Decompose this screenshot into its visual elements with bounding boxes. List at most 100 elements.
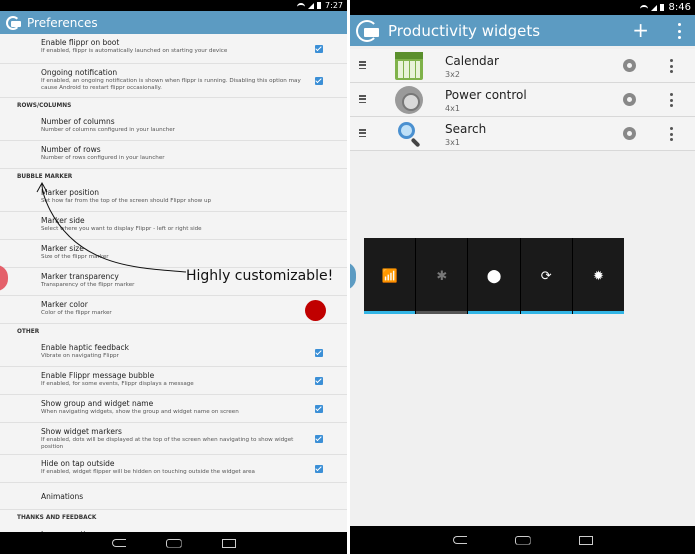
overflow-menu-icon[interactable] xyxy=(669,127,673,141)
status-bar: 8:46 xyxy=(350,0,695,15)
preference-summary: Number of rows configured in your launch… xyxy=(41,155,165,161)
screenshot-root: 7:27 Preferences Enable flippr on boot If… xyxy=(0,0,695,554)
checkbox[interactable] xyxy=(315,377,323,385)
flippr-marker[interactable] xyxy=(350,262,356,290)
page-title: Productivity widgets xyxy=(388,21,541,40)
preference-item[interactable]: Number of rows Number of rows configured … xyxy=(0,141,347,169)
preference-title: Number of columns xyxy=(41,117,115,126)
home-icon[interactable] xyxy=(514,535,531,545)
preference-item[interactable]: Marker color Color of the flippr marker xyxy=(0,296,347,324)
list-item[interactable]: Power control 4x1 xyxy=(350,83,695,117)
overflow-menu-icon[interactable] xyxy=(669,93,673,107)
preference-summary: If enabled, an ongoing notification is s… xyxy=(41,78,301,91)
drag-handle-icon[interactable] xyxy=(359,129,366,137)
checkbox[interactable] xyxy=(315,45,323,53)
toggle-state-indicator xyxy=(572,311,625,314)
preference-item[interactable]: Number of columns Number of columns confi… xyxy=(0,113,347,141)
gear-icon[interactable] xyxy=(623,59,636,72)
preference-title: Marker color xyxy=(41,300,88,309)
checkbox[interactable] xyxy=(315,405,323,413)
preference-summary: If enabled, flippr is automatically laun… xyxy=(41,48,228,54)
drag-handle-icon[interactable] xyxy=(359,95,366,103)
toggle-state-indicator xyxy=(468,311,520,314)
widget-name: Search xyxy=(445,122,487,136)
preference-title: Show widget markers xyxy=(41,427,122,436)
checkbox[interactable] xyxy=(315,349,323,357)
preference-item[interactable]: Enable flippr on boot If enabled, flippr … xyxy=(0,34,347,64)
toggle-state-indicator xyxy=(416,311,468,314)
recent-apps-icon[interactable] xyxy=(578,535,593,545)
preference-summary: When navigating widgets, show the group … xyxy=(41,409,239,415)
preference-item[interactable]: Ongoing notification If enabled, an ongoi… xyxy=(0,64,347,98)
bluetooth-icon: ✱ xyxy=(436,268,448,284)
status-time: 7:27 xyxy=(325,1,343,10)
preference-item[interactable]: Leave a rating xyxy=(0,525,347,532)
list-item[interactable]: Calendar 3x2 xyxy=(350,49,695,83)
color-swatch[interactable] xyxy=(305,299,326,321)
checkbox[interactable] xyxy=(315,77,323,85)
preference-item[interactable]: Show group and widget name When navigatin… xyxy=(0,395,347,423)
back-icon[interactable] xyxy=(452,536,467,544)
preference-item[interactable]: Hide on tap outside If enabled, widget fl… xyxy=(0,455,347,483)
gear-icon[interactable] xyxy=(623,93,636,106)
action-bar: Productivity widgets + xyxy=(350,15,695,46)
power-control-icon xyxy=(395,86,423,114)
preference-summary: If enabled, dots will be displayed at th… xyxy=(41,437,294,450)
preference-title: Ongoing notification xyxy=(41,68,118,77)
preference-title: Enable haptic feedback xyxy=(41,343,130,352)
preference-item[interactable]: Enable haptic feedback Vibrate on navigat… xyxy=(0,339,347,367)
navigation-bar xyxy=(350,526,695,554)
checkbox[interactable] xyxy=(315,435,323,443)
widget-name: Power control xyxy=(445,88,527,102)
flippr-logo-icon[interactable] xyxy=(6,15,22,30)
power-toggle-wifi[interactable]: 📶 xyxy=(364,238,417,314)
sync-icon: ⟳ xyxy=(540,268,552,284)
preference-item[interactable]: Animations xyxy=(0,483,347,510)
preferences-screen: 7:27 Preferences Enable flippr on boot If… xyxy=(0,0,347,554)
preference-title: Enable Flippr message bubble xyxy=(41,371,155,380)
preference-title: Show group and widget name xyxy=(41,399,154,408)
power-toggle-bluetooth[interactable]: ✱ xyxy=(416,238,469,314)
power-toggle-brightness[interactable]: ✹ xyxy=(572,238,625,314)
power-control-widget: 📶 ✱ ⬤ ⟳ ✹ xyxy=(364,238,625,314)
overflow-menu-icon[interactable] xyxy=(669,59,673,73)
category-header: THANKS AND FEEDBACK xyxy=(17,514,97,521)
calendar-icon xyxy=(395,52,423,80)
category-header: ROWS/COLUMNS xyxy=(17,102,72,109)
drag-handle-icon[interactable] xyxy=(359,61,366,69)
list-item[interactable]: Search 3x1 xyxy=(350,117,695,151)
back-icon[interactable] xyxy=(111,539,126,547)
wifi-icon: 📶 xyxy=(381,268,398,284)
preference-item[interactable]: Show widget markers If enabled, dots will… xyxy=(0,423,347,455)
plus-icon[interactable]: + xyxy=(632,20,649,40)
gear-icon[interactable] xyxy=(623,127,636,140)
widget-list: Calendar 3x2 Power control 4x1 Search 3x… xyxy=(350,49,695,151)
navigation-bar xyxy=(0,532,347,554)
search-icon xyxy=(395,120,423,148)
preference-title: Animations xyxy=(41,491,84,501)
page-title: Preferences xyxy=(27,15,98,30)
overflow-menu-icon[interactable] xyxy=(677,23,681,39)
widget-size: 3x1 xyxy=(445,138,460,147)
location-icon: ⬤ xyxy=(486,268,502,284)
brightness-icon: ✹ xyxy=(592,268,604,284)
productivity-widgets-screen: 8:46 Productivity widgets + Calendar 3x2… xyxy=(350,0,695,554)
status-time: 8:46 xyxy=(668,2,691,13)
signal-icon xyxy=(650,4,657,11)
home-icon[interactable] xyxy=(165,538,182,548)
preference-summary: Number of columns configured in your lau… xyxy=(41,127,175,133)
preference-title: Number of rows xyxy=(41,145,101,154)
preference-summary: If enabled, for some events, Flippr disp… xyxy=(41,381,194,387)
recent-apps-icon[interactable] xyxy=(221,538,236,548)
power-toggle-location[interactable]: ⬤ xyxy=(468,238,521,314)
toggle-state-indicator xyxy=(364,311,416,314)
wifi-status-icon xyxy=(639,4,648,11)
preference-summary: If enabled, widget flipper will be hidde… xyxy=(41,469,255,475)
battery-icon xyxy=(659,4,664,11)
widget-size: 4x1 xyxy=(445,104,460,113)
flippr-logo-icon[interactable] xyxy=(356,19,382,42)
checkbox[interactable] xyxy=(315,465,323,473)
power-toggle-sync[interactable]: ⟳ xyxy=(520,238,573,314)
annotation-arrow xyxy=(36,181,187,273)
preference-item[interactable]: Enable Flippr message bubble If enabled, … xyxy=(0,367,347,395)
